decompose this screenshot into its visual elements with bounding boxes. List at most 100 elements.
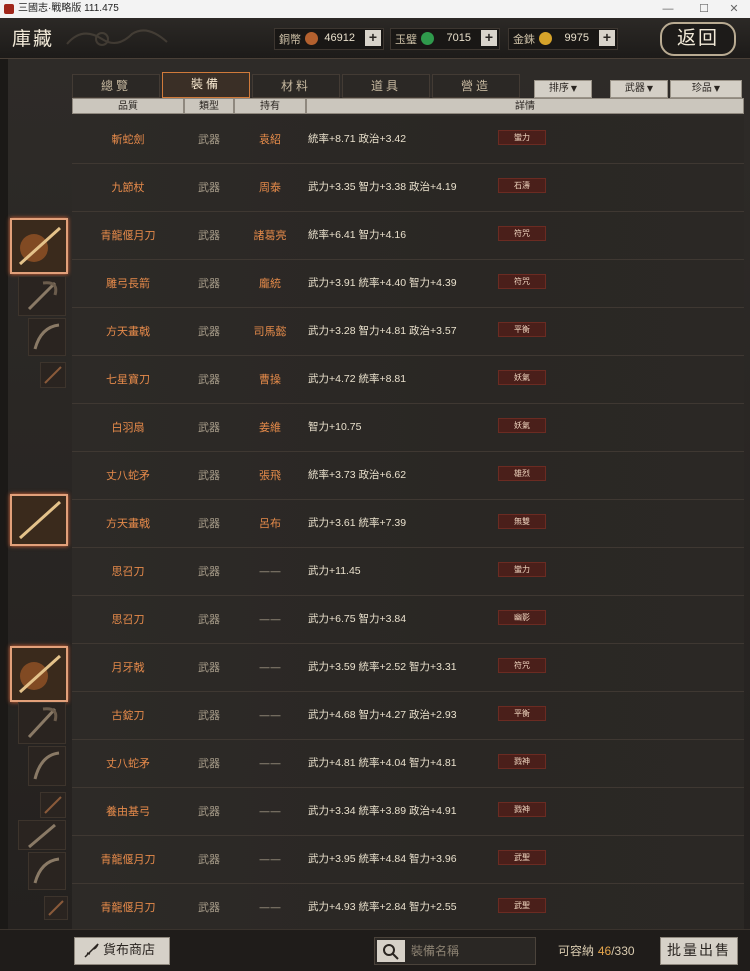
halberd-thumbnail-icon[interactable] <box>18 702 66 744</box>
currency-name: 玉璧 <box>395 33 417 46</box>
weapon-filter-label: 武器 <box>624 83 645 94</box>
skill-badge: 無雙 <box>498 514 546 529</box>
sort-dropdown[interactable]: 排序 ▼ <box>534 80 592 98</box>
table-row[interactable]: 思召刀 武器 —— 武力+11.45 蠻力 <box>72 548 744 596</box>
item-name: 養由基弓 <box>106 805 150 818</box>
header-type[interactable]: 類型 <box>184 98 234 114</box>
add-jade-button[interactable]: + <box>481 30 497 46</box>
capacity-current: 46 <box>597 944 612 958</box>
item-owner: —— <box>259 805 281 818</box>
item-type: 武器 <box>198 709 220 722</box>
item-owner: 姜維 <box>259 421 281 434</box>
item-type: 武器 <box>198 133 220 146</box>
table-row[interactable]: 丈八蛇矛 武器 —— 武力+4.81 統率+4.04 智力+4.81 戮神 <box>72 740 744 788</box>
search-input[interactable] <box>409 941 533 961</box>
item-name: 思召刀 <box>111 565 145 578</box>
halberd-thumbnail-icon[interactable] <box>18 820 66 850</box>
table-row[interactable]: 古錠刀 武器 —— 武力+4.68 智力+4.27 政治+2.93 平衡 <box>72 692 744 740</box>
table-row[interactable]: 白羽扇 武器 姜維 智力+10.75 妖氣 <box>72 404 744 452</box>
small-weapon-thumbnail-icon[interactable] <box>40 362 66 388</box>
left-strip <box>0 59 8 929</box>
skill-badge: 石濤 <box>498 178 546 193</box>
item-type: 武器 <box>198 853 220 866</box>
item-name: 青龍偃月刀 <box>100 229 156 242</box>
weapon-filter-dropdown[interactable]: 武器 ▼ <box>610 80 668 98</box>
weapon-thumbnail-icon[interactable] <box>10 494 68 546</box>
weapon-thumbnail-icon[interactable] <box>10 218 68 274</box>
table-row[interactable]: 七星寶刀 武器 曹操 武力+4.72 統率+8.81 妖氣 <box>72 356 744 404</box>
table-row[interactable]: 青龍偃月刀 武器 —— 武力+3.95 統率+4.84 智力+3.96 武聖 <box>72 836 744 884</box>
item-name: 七星寶刀 <box>106 373 150 386</box>
item-type: 武器 <box>198 229 220 242</box>
skill-badge: 幽影 <box>498 610 546 625</box>
small-weapon-thumbnail-icon[interactable] <box>40 792 66 818</box>
item-name: 雕弓長箭 <box>106 277 150 290</box>
capacity-total: /330 <box>611 944 635 958</box>
table-row[interactable]: 方天畫戟 武器 司馬懿 武力+3.28 智力+4.81 政治+3.57 平衡 <box>72 308 744 356</box>
tab-items[interactable]: 道具 <box>342 74 430 98</box>
header-bar: 庫藏 銅幣 46912 + 玉璧 7015 + 金銖 9975 + 返回 <box>0 18 750 59</box>
skill-badge: 妖氣 <box>498 418 546 433</box>
item-owner: 曹操 <box>259 373 281 386</box>
add-copper-button[interactable]: + <box>365 30 381 46</box>
item-name: 思召刀 <box>111 613 145 626</box>
item-type: 武器 <box>198 661 220 674</box>
item-owner: —— <box>259 757 281 770</box>
tab-equipment[interactable]: 裝備 <box>162 72 250 98</box>
header-quality[interactable]: 品質 <box>72 98 184 114</box>
skill-badge: 戮神 <box>498 802 546 817</box>
rarity-filter-label: 珍品 <box>691 83 712 94</box>
item-owner: 司馬懿 <box>253 325 287 338</box>
blade-thumbnail-icon[interactable] <box>28 852 66 890</box>
item-name: 斬蛇劍 <box>111 133 145 146</box>
table-row[interactable]: 雕弓長箭 武器 龐統 武力+3.91 統率+4.40 智力+4.39 符咒 <box>72 260 744 308</box>
blade-thumbnail-icon[interactable] <box>28 746 66 786</box>
header-detail: 詳情 <box>306 98 744 114</box>
table-row[interactable]: 養由基弓 武器 —— 武力+3.34 統率+3.89 政治+4.91 戮神 <box>72 788 744 836</box>
store-button[interactable]: 貨布商店 <box>74 937 170 965</box>
tab-overview[interactable]: 總覽 <box>72 74 160 98</box>
item-type: 武器 <box>198 901 220 914</box>
table-row[interactable]: 思召刀 武器 —— 武力+6.75 智力+3.84 幽影 <box>72 596 744 644</box>
table-header: 品質 類型 持有 詳情 <box>72 98 744 114</box>
skill-badge: 符咒 <box>498 658 546 673</box>
item-owner: —— <box>259 709 281 722</box>
back-button[interactable]: 返回 <box>660 22 736 56</box>
item-type: 武器 <box>198 181 220 194</box>
bulk-sell-button[interactable]: 批量出售 <box>660 937 738 965</box>
blade-thumbnail-icon[interactable] <box>28 318 66 356</box>
search-button[interactable] <box>377 940 405 962</box>
tab-construction[interactable]: 營造 <box>432 74 520 98</box>
currency-jade: 玉璧 7015 + <box>390 28 500 50</box>
jade-icon <box>421 32 434 45</box>
item-name: 青龍偃月刀 <box>100 853 156 866</box>
halberd-thumbnail-icon[interactable] <box>18 276 66 316</box>
minimize-button[interactable]: — <box>654 0 682 18</box>
table-row[interactable]: 斬蛇劍 武器 袁紹 統率+8.71 政治+3.42 蠻力 <box>72 116 744 164</box>
maximize-button[interactable]: ☐ <box>690 0 718 18</box>
table-row[interactable]: 青龍偃月刀 武器 —— 武力+4.93 統率+2.84 智力+2.55 武聖 <box>72 884 744 932</box>
table-row[interactable]: 九節杖 武器 周泰 武力+3.35 智力+3.38 政治+4.19 石濤 <box>72 164 744 212</box>
table-row[interactable]: 方天畫戟 武器 呂布 武力+3.61 統率+7.39 無雙 <box>72 500 744 548</box>
skill-badge: 武聖 <box>498 898 546 913</box>
small-weapon-thumbnail-icon[interactable] <box>44 896 68 920</box>
item-type: 武器 <box>198 325 220 338</box>
header-owner[interactable]: 持有 <box>234 98 306 114</box>
item-name: 丈八蛇矛 <box>106 757 150 770</box>
add-gold-button[interactable]: + <box>599 30 615 46</box>
item-type: 武器 <box>198 805 220 818</box>
item-owner: —— <box>259 661 281 674</box>
skill-badge: 蠻力 <box>498 562 546 577</box>
currency-amount: 46912 <box>324 32 355 44</box>
close-button[interactable]: ✕ <box>720 0 748 18</box>
tab-materials[interactable]: 材料 <box>252 74 340 98</box>
table-row[interactable]: 青龍偃月刀 武器 諸葛亮 統率+6.41 智力+4.16 符咒 <box>72 212 744 260</box>
rarity-filter-dropdown[interactable]: 珍品 ▼ <box>670 80 742 98</box>
currency-amount: 7015 <box>446 32 471 44</box>
quill-icon <box>84 943 99 958</box>
item-owner: 袁紹 <box>259 133 281 146</box>
table-row[interactable]: 丈八蛇矛 武器 張飛 統率+3.73 政治+6.62 雄烈 <box>72 452 744 500</box>
weapon-thumbnail-icon[interactable] <box>10 646 68 702</box>
page-title: 庫藏 <box>12 28 55 50</box>
table-row[interactable]: 月牙戟 武器 —— 武力+3.59 統率+2.52 智力+3.31 符咒 <box>72 644 744 692</box>
